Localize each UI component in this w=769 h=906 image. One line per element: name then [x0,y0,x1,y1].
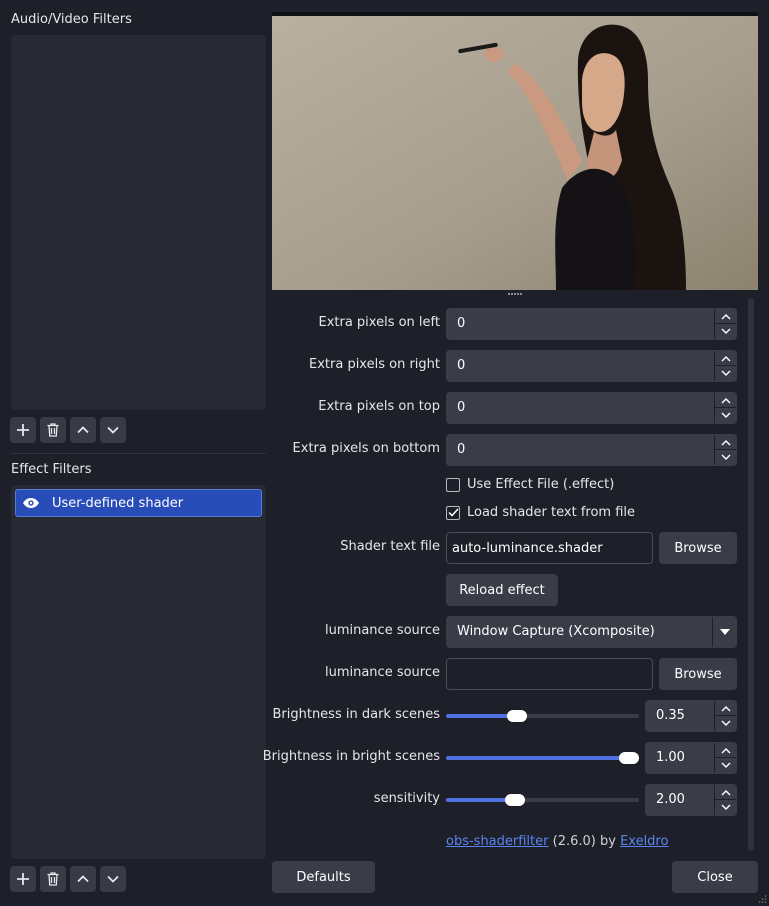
chevron-up-icon [77,426,89,434]
shader-text-file-label: Shader text file [340,539,440,554]
sensitivity-value: 2.00 [656,792,685,807]
shader-text-file-input[interactable]: auto-luminance.shader [446,532,653,564]
extra-bottom-value: 0 [457,442,466,457]
trash-icon [47,872,59,886]
plugin-credit: obs-shaderfilter (2.6.0) by Exeldro [446,834,668,849]
extra-left-spinbox[interactable]: 0 [446,308,737,340]
window-resize-grip-icon[interactable] [757,894,767,904]
move-effect-down-button[interactable] [100,866,126,892]
move-effect-up-button[interactable] [70,866,96,892]
extra-bottom-label: Extra pixels on bottom [292,441,440,456]
close-button[interactable]: Close [672,861,758,893]
use-effect-file-checkbox[interactable]: Use Effect File (.effect) [446,477,614,492]
brightness-dark-slider[interactable] [446,708,639,722]
reload-effect-button[interactable]: Reload effect [446,574,558,606]
effect-toolbar [10,866,126,892]
author-link[interactable]: Exeldro [620,834,668,849]
decrement-icon[interactable] [715,324,736,339]
resize-grip[interactable] [508,293,524,297]
chevron-down-icon [107,875,119,883]
decrement-icon[interactable] [715,716,736,731]
move-down-button[interactable] [100,417,126,443]
plus-icon [17,873,29,885]
decrement-icon[interactable] [715,450,736,465]
sensitivity-spinbox[interactable]: 2.00 [645,784,737,816]
luminance-source-label: luminance source [324,623,440,638]
trash-icon [47,423,59,437]
audio-video-toolbar [10,417,126,443]
luminance-source-select[interactable]: Window Capture (Xcomposite) [446,616,737,648]
extra-bottom-spinbox[interactable]: 0 [446,434,737,466]
effect-filter-list[interactable] [11,485,266,859]
brightness-bright-label: Brightness in bright scenes [262,749,440,764]
source-preview [272,12,758,290]
brightness-dark-label: Brightness in dark scenes [272,707,440,722]
shader-text-file-value: auto-luminance.shader [452,541,603,556]
slider-handle[interactable] [619,752,639,764]
browse-luminance-button[interactable]: Browse [659,658,737,690]
add-filter-button[interactable] [10,417,36,443]
audio-video-filters-title: Audio/Video Filters [11,12,132,27]
divider [10,453,266,454]
plus-icon [17,424,29,436]
chevron-up-icon [77,875,89,883]
chevron-down-icon [107,426,119,434]
extra-top-value: 0 [457,400,466,415]
eye-icon[interactable] [16,497,46,509]
browse-shader-button[interactable]: Browse [659,532,737,564]
extra-right-value: 0 [457,358,466,373]
defaults-button[interactable]: Defaults [272,861,375,893]
remove-filter-button[interactable] [40,417,66,443]
brightness-bright-value: 1.00 [656,750,685,765]
dropdown-arrow-icon[interactable] [712,617,736,647]
extra-left-label: Extra pixels on left [318,315,440,330]
load-shader-text-label: Load shader text from file [467,505,635,520]
decrement-icon[interactable] [715,800,736,815]
increment-icon[interactable] [715,785,736,800]
increment-icon[interactable] [715,309,736,324]
brightness-dark-spinbox[interactable]: 0.35 [645,700,737,732]
extra-top-label: Extra pixels on top [318,399,440,414]
brightness-bright-spinbox[interactable]: 1.00 [645,742,737,774]
increment-icon[interactable] [715,435,736,450]
increment-icon[interactable] [715,701,736,716]
checkbox-unchecked[interactable] [446,477,460,492]
checkmark-icon [447,508,459,517]
extra-left-value: 0 [457,316,466,331]
decrement-icon[interactable] [715,366,736,381]
luminance-source-value: Window Capture (Xcomposite) [457,624,655,639]
extra-right-label: Extra pixels on right [309,357,440,372]
add-effect-button[interactable] [10,866,36,892]
move-up-button[interactable] [70,417,96,443]
effect-filters-title: Effect Filters [11,462,92,477]
plugin-version: (2.6.0) by [548,834,621,849]
sensitivity-slider[interactable] [446,792,639,806]
load-shader-text-checkbox[interactable]: Load shader text from file [446,505,635,520]
brightness-dark-value: 0.35 [656,708,685,723]
use-effect-file-label: Use Effect File (.effect) [467,477,615,492]
slider-handle[interactable] [505,794,525,806]
plugin-link[interactable]: obs-shaderfilter [446,834,548,849]
extra-top-spinbox[interactable]: 0 [446,392,737,424]
decrement-icon[interactable] [715,758,736,773]
sensitivity-label: sensitivity [373,791,440,806]
increment-icon[interactable] [715,351,736,366]
luminance-source-file-label: luminance source [324,665,440,680]
brightness-bright-slider[interactable] [446,750,639,764]
effect-filter-label: User-defined shader [52,495,184,511]
decrement-icon[interactable] [715,408,736,423]
effect-filter-item[interactable]: User-defined shader [15,489,262,517]
checkbox-checked[interactable] [446,505,460,520]
slider-handle[interactable] [507,710,527,722]
increment-icon[interactable] [715,393,736,408]
remove-effect-button[interactable] [40,866,66,892]
audio-video-filter-list[interactable] [11,35,266,410]
increment-icon[interactable] [715,743,736,758]
properties-scrollbar[interactable] [748,298,754,851]
luminance-source-file-input[interactable] [446,658,653,690]
extra-right-spinbox[interactable]: 0 [446,350,737,382]
